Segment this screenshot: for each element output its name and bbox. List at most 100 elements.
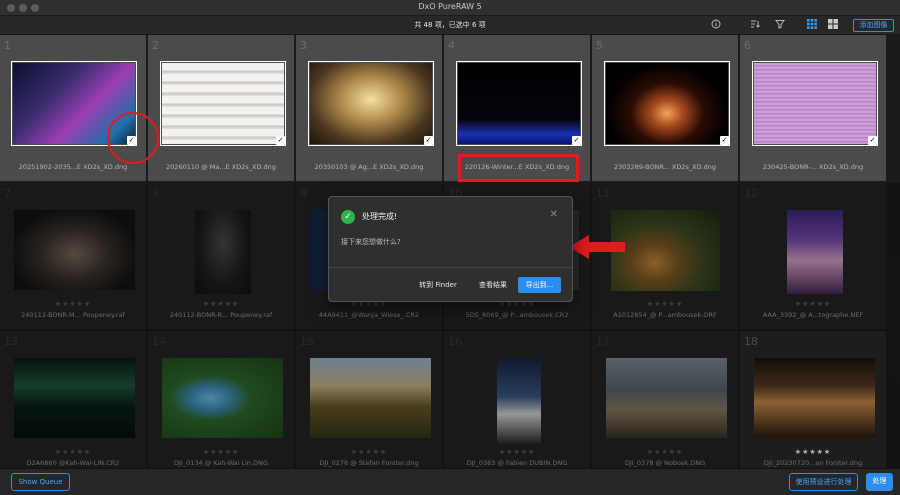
file-name: 230425-BONR-... XD2s_XD.dng: [762, 163, 864, 171]
checkmark-icon[interactable]: ✓: [424, 136, 433, 145]
rating-stars[interactable]: ★★★★★: [148, 300, 294, 308]
thumbnail[interactable]: [497, 358, 541, 444]
add-images-button[interactable]: 添加图像: [853, 19, 894, 32]
rating-stars[interactable]: ★★★★★: [296, 448, 442, 456]
checkmark-icon[interactable]: ✓: [720, 136, 729, 145]
thumbnail[interactable]: [754, 358, 875, 438]
cell-number: 15: [300, 335, 314, 348]
image-cell[interactable]: 7 ★★★★★ 240112-BONR-M... Poupeney.raf: [0, 183, 147, 330]
thumbnail[interactable]: [195, 210, 251, 294]
dialog-subtitle: 接下来您想做什么?: [341, 238, 401, 246]
file-name: DJI_0363 @ Fabien DUBIN.DNG: [466, 459, 568, 467]
rating-stars[interactable]: ★★★★★: [148, 448, 294, 456]
file-name: DJI_0378 @ Nobosk.DNG: [624, 459, 706, 467]
thumbnail[interactable]: [606, 358, 727, 438]
image-cell[interactable]: 13 ★★★★★ D2A6860 @Kah-Wai-LIN.CR2: [0, 331, 147, 468]
dialog-divider: [329, 267, 572, 268]
filter-icon[interactable]: [774, 19, 786, 31]
process-button[interactable]: 处理: [866, 473, 893, 491]
thumbnail[interactable]: [14, 210, 135, 290]
go-to-finder-button[interactable]: 转到 Finder: [411, 277, 465, 293]
file-name: DJI_20230720...an Forster.dng: [763, 459, 863, 467]
dialog-title: 处理完成!: [362, 212, 398, 221]
window-title: DxO PureRAW 5: [418, 2, 482, 11]
selection-count: 共 48 项，已选中 6 项: [414, 21, 486, 29]
image-cell[interactable]: 12 ★★★★★ AAA_3392_@ A...tographe.NEF: [740, 183, 887, 330]
rating-stars[interactable]: ★★★★★: [444, 448, 590, 456]
file-name: 240112-BONR-M... Poupeney.raf: [21, 311, 125, 319]
annotation-arrow-icon: [569, 235, 625, 259]
image-cell[interactable]: 5 ✓ 2303289-BONR... XD2s_XD.dng: [592, 35, 739, 182]
checkmark-icon[interactable]: ✓: [276, 136, 285, 145]
thumbnail[interactable]: ✓: [752, 61, 878, 146]
image-cell[interactable]: 18 ★★★★★ DJI_20230720...an Forster.dng: [740, 331, 887, 468]
cell-number: 11: [596, 187, 610, 200]
cell-number: 6: [744, 39, 751, 52]
close-icon[interactable]: ✕: [550, 209, 558, 220]
thumbnail[interactable]: [787, 210, 843, 294]
file-name: 44A9411_@Wanja_Wiese_.CR2: [318, 311, 420, 319]
file-name: 20260110 @ Ma...E XD2s_XD.dng: [166, 163, 276, 171]
checkmark-icon[interactable]: ✓: [868, 136, 877, 145]
image-cell[interactable]: 6 ✓ 230425-BONR-... XD2s_XD.dng: [740, 35, 887, 182]
file-name: 2303289-BONR... XD2s_XD.dng: [613, 163, 717, 171]
image-cell[interactable]: 8 ★★★★★ 240112-BONR-R... Poupeney.raf: [148, 183, 295, 330]
cell-number: 1: [4, 39, 11, 52]
thumbnail[interactable]: ✓: [456, 61, 582, 146]
thumbnail[interactable]: [611, 210, 720, 291]
thumbnail[interactable]: [162, 358, 283, 438]
thumbnail[interactable]: ✓: [604, 61, 730, 146]
rating-stars[interactable]: ★★★★★: [740, 448, 886, 456]
cell-number: 18: [744, 335, 758, 348]
info-icon[interactable]: [710, 19, 722, 31]
cell-number: 8: [152, 187, 159, 200]
cell-number: 9: [300, 187, 307, 200]
annotation-circle: [107, 112, 159, 164]
file-name: DJI_0276 @ Stefan Forster.dng: [319, 459, 419, 467]
rating-stars[interactable]: ★★★★★: [592, 300, 738, 308]
image-cell[interactable]: 17 ★★★★★ DJI_0378 @ Nobosk.DNG: [592, 331, 739, 468]
thumbnail[interactable]: ✓: [160, 61, 286, 146]
image-cell[interactable]: 3 ✓ 20350103 @ Ag...E XD2s_XD.dng: [296, 35, 443, 182]
process-with-preset-button[interactable]: 使用预设进行处理: [789, 473, 858, 491]
thumbnail[interactable]: ✓: [308, 61, 434, 146]
grid-view-icon[interactable]: [806, 19, 818, 31]
thumbnail[interactable]: [310, 358, 431, 438]
cell-number: 3: [300, 39, 307, 52]
file-name: 5DS_8069_@ P...ambousek.CR2: [465, 311, 569, 319]
view-results-button[interactable]: 查看结果: [471, 277, 515, 293]
file-name: 20251902-2035...E XD2s_XD.dng: [18, 163, 128, 171]
export-to-button[interactable]: 导出到...: [518, 277, 561, 293]
cell-number: 16: [448, 335, 462, 348]
rating-stars[interactable]: ★★★★★: [0, 300, 146, 308]
processing-complete-dialog: ✓ 处理完成! ✕ 接下来您想做什么? 转到 Finder 查看结果 导出到..…: [328, 196, 573, 302]
thumbnail[interactable]: [14, 358, 135, 438]
image-cell[interactable]: 15 ★★★★★ DJI_0276 @ Stefan Forster.dng: [296, 331, 443, 468]
cell-number: 14: [152, 335, 166, 348]
file-name: 240112-BONR-R... Poupeney.raf: [169, 311, 273, 319]
image-cell[interactable]: 14 ★★★★★ DJI_0134 @ Kah-Wai Lin.DNG: [148, 331, 295, 468]
cell-number: 17: [596, 335, 610, 348]
file-name: D2A6860 @Kah-Wai-LIN.CR2: [26, 459, 120, 467]
compare-view-icon[interactable]: [827, 19, 839, 31]
file-name: AAA_3392_@ A...tographe.NEF: [762, 311, 864, 319]
file-name: DJI_0134 @ Kah-Wai Lin.DNG: [174, 459, 268, 467]
cell-number: 4: [448, 39, 455, 52]
cell-number: 2: [152, 39, 159, 52]
title-bar: DxO PureRAW 5: [0, 0, 900, 16]
file-name: A1012854_@ P...ambousek.ORF: [613, 311, 717, 319]
checkmark-icon[interactable]: ✓: [572, 136, 581, 145]
image-cell[interactable]: 2 ✓ 20260110 @ Ma...E XD2s_XD.dng: [148, 35, 295, 182]
rating-stars[interactable]: ★★★★★: [592, 448, 738, 456]
cell-number: 7: [4, 187, 11, 200]
image-cell[interactable]: 16 ★★★★★ DJI_0363 @ Fabien DUBIN.DNG: [444, 331, 591, 468]
toolbar: 共 48 项，已选中 6 项 添加图像: [0, 16, 900, 35]
cell-number: 12: [744, 187, 758, 200]
success-check-icon: ✓: [341, 210, 355, 224]
show-queue-button[interactable]: Show Queue: [11, 473, 70, 491]
cell-number: 5: [596, 39, 603, 52]
rating-stars[interactable]: ★★★★★: [740, 300, 886, 308]
rating-stars[interactable]: ★★★★★: [0, 448, 146, 456]
file-name: 20350103 @ Ag...E XD2s_XD.dng: [314, 163, 424, 171]
sort-icon[interactable]: [749, 19, 761, 31]
